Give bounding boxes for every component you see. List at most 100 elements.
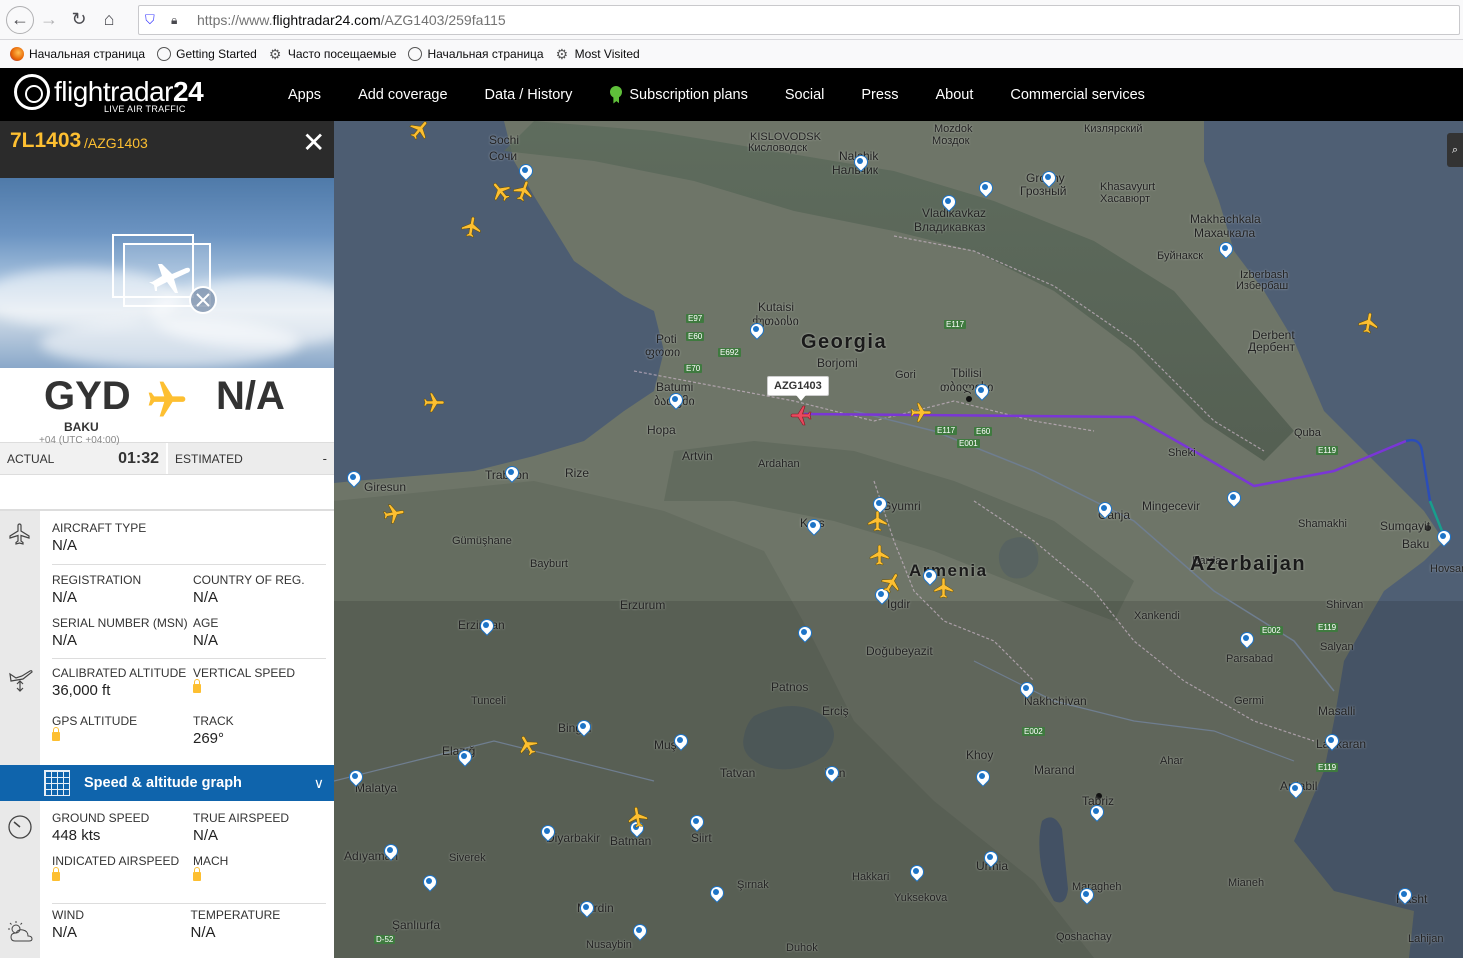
airport-pin-icon[interactable] — [349, 770, 361, 785]
aircraft-icon[interactable] — [516, 733, 540, 757]
bookmark-item[interactable]: Getting Started — [157, 47, 257, 61]
city-label: Siirt — [691, 831, 712, 845]
airport-pin-icon[interactable] — [1090, 805, 1102, 820]
menu-item-subscription-plans[interactable]: Subscription plans — [609, 85, 748, 104]
aircraft-icon[interactable] — [932, 576, 956, 600]
menu-item-data-history[interactable]: Data / History — [485, 87, 573, 103]
url-text[interactable]: https://www.flightradar24.com/AZG1403/25… — [197, 12, 506, 28]
airport-pin-icon[interactable] — [1437, 530, 1449, 545]
flight-callsign[interactable]: /AZG1403 — [84, 135, 148, 151]
airport-pin-icon[interactable] — [1042, 171, 1054, 186]
airport-pin-icon[interactable] — [505, 466, 517, 481]
selected-aircraft-icon[interactable] — [789, 403, 813, 427]
airport-pin-icon[interactable] — [1227, 491, 1239, 506]
aircraft-icon[interactable] — [866, 509, 890, 533]
lock-icon[interactable]: 🔒︎ — [171, 13, 189, 28]
menu-item-commercial-services[interactable]: Commercial services — [1010, 87, 1145, 103]
bookmark-label: Most Visited — [574, 47, 640, 61]
flight-map[interactable]: Кизлярский Mozdok Моздок Sochi Сочи KISLOVODS… — [334, 121, 1463, 958]
airport-pin-icon[interactable] — [942, 195, 954, 210]
airport-pin-icon[interactable] — [710, 886, 722, 901]
airport-pin-icon[interactable] — [423, 875, 435, 890]
menu-item-add-coverage[interactable]: Add coverage — [358, 87, 447, 103]
origin-iata[interactable]: GYD — [44, 374, 131, 419]
aircraft-icon[interactable] — [460, 215, 484, 239]
airport-pin-icon[interactable] — [825, 766, 837, 781]
airport-pin-icon[interactable] — [807, 519, 819, 534]
airport-pin-icon[interactable] — [1289, 782, 1301, 797]
back-icon[interactable]: ← — [6, 5, 34, 34]
true-airspeed-label: TRUE AIRSPEED — [193, 811, 290, 825]
aircraft-icon[interactable] — [880, 571, 904, 595]
city-label: Makhachkala — [1190, 212, 1261, 226]
airport-pin-icon[interactable] — [541, 825, 553, 840]
city-label: Duhok — [786, 942, 818, 954]
airport-pin-icon[interactable] — [577, 720, 589, 735]
close-icon[interactable]: ✕ — [302, 129, 325, 157]
airport-pin-icon[interactable] — [633, 924, 645, 939]
airport-pin-icon[interactable] — [1398, 888, 1410, 903]
airport-pin-icon[interactable] — [458, 750, 470, 765]
aircraft-info: AIRCRAFT TYPE N/A REGISTRATION N/A COUNTRY… — [0, 511, 334, 765]
airport-pin-icon[interactable] — [750, 323, 762, 338]
address-bar[interactable]: ⛉ 🔒︎ https://www.flightradar24.com/AZG14… — [138, 5, 1460, 35]
airport-pin-icon[interactable] — [580, 901, 592, 916]
flight-number: 7L1403 — [10, 129, 82, 152]
city-label: Khasavyurt — [1100, 181, 1156, 193]
bookmark-item[interactable]: ⚙ Most Visited — [556, 47, 640, 61]
locked-icon[interactable] — [52, 867, 60, 881]
forward-icon[interactable]: → — [34, 5, 64, 35]
airport-pin-icon[interactable] — [1240, 632, 1252, 647]
menu-item-apps[interactable]: Apps — [288, 87, 321, 103]
aircraft-icon[interactable] — [626, 805, 650, 829]
locked-icon[interactable] — [193, 867, 201, 881]
airport-pin-icon[interactable] — [975, 384, 987, 399]
chevron-down-icon[interactable]: ∨ — [314, 775, 324, 792]
aircraft-icon[interactable] — [489, 179, 513, 203]
aircraft-icon[interactable] — [1357, 311, 1381, 335]
airport-pin-icon[interactable] — [480, 619, 492, 634]
airport-pin-icon[interactable] — [1098, 502, 1110, 517]
locked-icon[interactable] — [52, 727, 60, 741]
airport-pin-icon[interactable] — [674, 734, 686, 749]
airport-pin-icon[interactable] — [347, 471, 359, 486]
locked-icon[interactable] — [193, 679, 201, 693]
airport-pin-icon[interactable] — [976, 770, 988, 785]
aircraft-icon[interactable] — [408, 121, 432, 142]
flight-tag[interactable]: AZG1403 — [767, 376, 829, 401]
map-search-icon[interactable]: ⌕ — [1447, 133, 1463, 167]
airport-pin-icon[interactable] — [690, 815, 702, 830]
airport-pin-icon[interactable] — [669, 393, 681, 408]
city-label: Lankaran — [1316, 737, 1367, 751]
estimated-time: - — [322, 451, 327, 466]
aircraft-icon[interactable] — [382, 502, 406, 526]
menu-item-press[interactable]: Press — [861, 87, 898, 103]
reload-icon[interactable]: ↻ — [64, 5, 94, 35]
speed-altitude-graph-toggle[interactable]: Speed & altitude graph ∨ — [0, 765, 334, 801]
aircraft-icon[interactable] — [422, 391, 446, 415]
airport-pin-icon[interactable] — [1219, 242, 1231, 257]
bookmark-item[interactable]: ⚙ Часто посещаемые — [269, 47, 397, 61]
airport-pin-icon[interactable] — [1020, 682, 1032, 697]
airport-pin-icon[interactable] — [910, 865, 922, 880]
airport-pin-icon[interactable] — [384, 844, 396, 859]
airport-pin-icon[interactable] — [798, 626, 810, 641]
bookmark-item[interactable]: Начальная страница — [10, 47, 145, 61]
altitude-icon — [9, 670, 33, 692]
city-label: Shirvan — [1326, 599, 1364, 611]
bookmark-item[interactable]: Начальная страница — [408, 47, 544, 61]
menu-item-about[interactable]: About — [935, 87, 973, 103]
aircraft-icon[interactable] — [868, 543, 892, 567]
airport-pin-icon[interactable] — [984, 851, 996, 866]
airport-pin-icon[interactable] — [979, 181, 991, 196]
menu-item-social[interactable]: Social — [785, 87, 825, 103]
airport-pin-icon[interactable] — [519, 164, 531, 179]
airport-pin-icon[interactable] — [1325, 734, 1337, 749]
aircraft-icon[interactable] — [909, 401, 933, 425]
airport-pin-icon[interactable] — [1080, 888, 1092, 903]
airport-pin-icon[interactable] — [854, 155, 866, 170]
city-label: Kutaisi — [758, 300, 795, 314]
tracking-shield-icon[interactable]: ⛉ — [145, 12, 165, 28]
home-icon[interactable]: ⌂ — [94, 5, 124, 35]
aircraft-icon[interactable] — [512, 179, 536, 203]
